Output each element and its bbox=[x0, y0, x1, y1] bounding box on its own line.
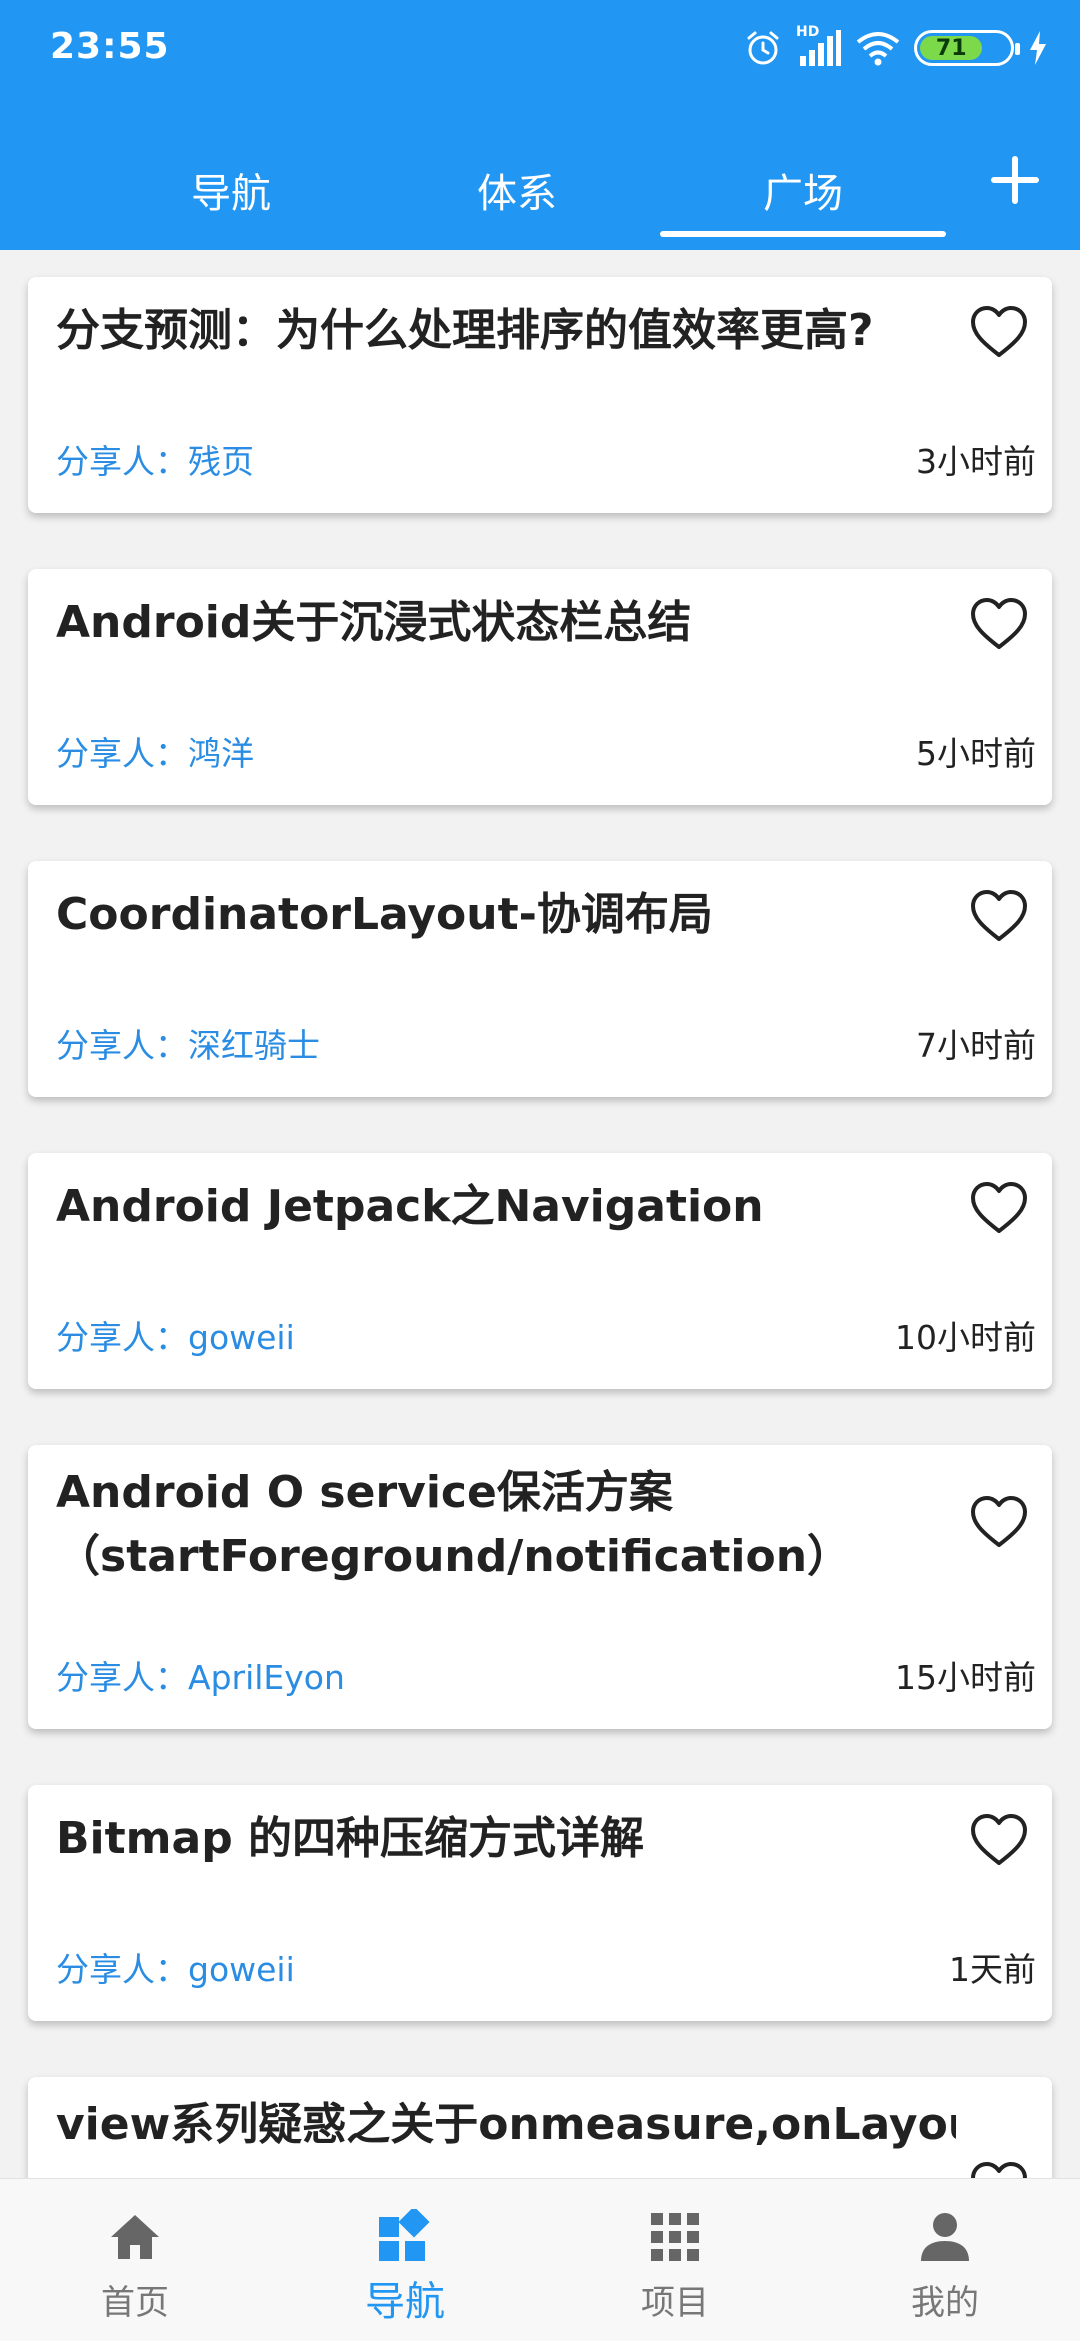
nav-item-navigation[interactable]: 导航 bbox=[270, 2179, 540, 2341]
battery-icon: 71 bbox=[914, 30, 1020, 66]
article-time: 3小时前 bbox=[916, 442, 1036, 481]
author-name[interactable]: goweii bbox=[188, 1950, 295, 1989]
nav-label: 首页 bbox=[101, 2283, 169, 2323]
author-name[interactable]: goweii bbox=[188, 1318, 295, 1357]
article-title: 分支预测：为什么处理排序的值效率更高? bbox=[56, 305, 874, 356]
favorite-heart-icon[interactable] bbox=[970, 305, 1028, 359]
tab-label: 导航 bbox=[191, 171, 271, 217]
article-title: Bitmap 的四种压缩方式详解 bbox=[56, 1813, 645, 1864]
article-card[interactable]: Android关于沉浸式状态栏总结 分享人：鸿洋 5小时前 bbox=[28, 569, 1052, 805]
article-sharer: 分享人：goweii bbox=[56, 1943, 295, 1991]
tab-system[interactable]: 体系 bbox=[374, 130, 660, 250]
battery-level: 71 bbox=[920, 36, 983, 61]
author-name[interactable]: 残页 bbox=[188, 442, 254, 481]
author-name[interactable]: AprilEyon bbox=[188, 1658, 345, 1697]
tab-navigation[interactable]: 导航 bbox=[88, 130, 374, 250]
tab-label: 广场 bbox=[763, 171, 843, 217]
article-time: 1天前 bbox=[949, 1950, 1036, 1989]
nav-label: 导航 bbox=[365, 2279, 445, 2325]
status-icons: HD 71 bbox=[744, 24, 1048, 70]
article-list[interactable]: 分支预测：为什么处理排序的值效率更高? 分享人：残页 3小时前 Android关… bbox=[0, 250, 1080, 2178]
article-sharer: 分享人：AprilEyon bbox=[56, 1651, 345, 1699]
favorite-heart-icon[interactable] bbox=[970, 1495, 1028, 1549]
article-sharer: 分享人：深红骑士 bbox=[56, 1019, 320, 1067]
grid-icon bbox=[651, 2213, 699, 2261]
sharer-label: 分享人： bbox=[56, 442, 188, 481]
signal-icon: HD bbox=[796, 24, 842, 68]
nav-label: 项目 bbox=[641, 2283, 709, 2323]
author-name[interactable]: 深红骑士 bbox=[188, 1026, 320, 1065]
article-time: 10小时前 bbox=[895, 1318, 1036, 1357]
alarm-icon bbox=[747, 31, 779, 65]
article-title: Android Jetpack之Navigation bbox=[56, 1181, 764, 1232]
article-card[interactable]: Android O service保活方案（startForeground/no… bbox=[28, 1445, 1052, 1729]
sharer-label: 分享人： bbox=[56, 734, 188, 773]
article-time: 15小时前 bbox=[895, 1658, 1036, 1697]
status-bar: 23:55 HD 71 bbox=[0, 0, 1080, 100]
article-title: Android关于沉浸式状态栏总结 bbox=[56, 597, 692, 648]
bottom-navigation: 首页 导航 项目 我的 bbox=[0, 2178, 1080, 2341]
article-sharer: 分享人：残页 bbox=[56, 435, 254, 483]
author-name[interactable]: 鸿洋 bbox=[188, 734, 254, 773]
article-card[interactable]: CoordinatorLayout-协调布局 分享人：深红骑士 7小时前 bbox=[28, 861, 1052, 1097]
status-time: 23:55 bbox=[50, 26, 170, 67]
person-icon bbox=[921, 2213, 969, 2261]
article-title: view系列疑惑之关于onmeasure,onLayout, bbox=[56, 2099, 956, 2150]
home-icon bbox=[111, 2215, 159, 2259]
article-sharer: 分享人：鸿洋 bbox=[56, 727, 254, 775]
charging-icon bbox=[1030, 31, 1046, 65]
article-card[interactable]: view系列疑惑之关于onmeasure,onLayout, bbox=[28, 2077, 1052, 2178]
top-tabs: 导航 体系 广场 bbox=[0, 130, 1080, 250]
favorite-heart-icon[interactable] bbox=[970, 1181, 1028, 1235]
app-bar: 23:55 HD 71 导航 体系 广场 bbox=[0, 0, 1080, 250]
sharer-label: 分享人： bbox=[56, 1950, 188, 1989]
nav-label: 我的 bbox=[911, 2283, 979, 2323]
sharer-label: 分享人： bbox=[56, 1318, 188, 1357]
article-title: CoordinatorLayout-协调布局 bbox=[56, 889, 713, 940]
tab-indicator bbox=[660, 231, 946, 237]
article-time: 5小时前 bbox=[916, 734, 1036, 773]
sharer-label: 分享人： bbox=[56, 1658, 188, 1697]
favorite-heart-icon[interactable] bbox=[970, 889, 1028, 943]
sharer-label: 分享人： bbox=[56, 1026, 188, 1065]
plus-icon[interactable] bbox=[980, 145, 1050, 215]
favorite-heart-icon[interactable] bbox=[970, 597, 1028, 651]
article-sharer: 分享人：goweii bbox=[56, 1311, 295, 1359]
article-time: 7小时前 bbox=[916, 1026, 1036, 1065]
tab-label: 体系 bbox=[477, 171, 557, 217]
navigation-icon bbox=[379, 2209, 430, 2261]
favorite-heart-icon[interactable] bbox=[970, 1813, 1028, 1867]
nav-item-home[interactable]: 首页 bbox=[0, 2179, 270, 2341]
nav-item-mine[interactable]: 我的 bbox=[810, 2179, 1080, 2341]
wifi-icon bbox=[856, 32, 900, 66]
article-card[interactable]: Android Jetpack之Navigation 分享人：goweii 10… bbox=[28, 1153, 1052, 1389]
tab-square[interactable]: 广场 bbox=[660, 130, 946, 250]
article-card[interactable]: 分支预测：为什么处理排序的值效率更高? 分享人：残页 3小时前 bbox=[28, 277, 1052, 513]
favorite-heart-icon[interactable] bbox=[970, 2161, 1028, 2178]
article-card[interactable]: Bitmap 的四种压缩方式详解 分享人：goweii 1天前 bbox=[28, 1785, 1052, 2021]
article-title: Android O service保活方案（startForeground/no… bbox=[56, 1467, 852, 1582]
nav-item-projects[interactable]: 项目 bbox=[540, 2179, 810, 2341]
